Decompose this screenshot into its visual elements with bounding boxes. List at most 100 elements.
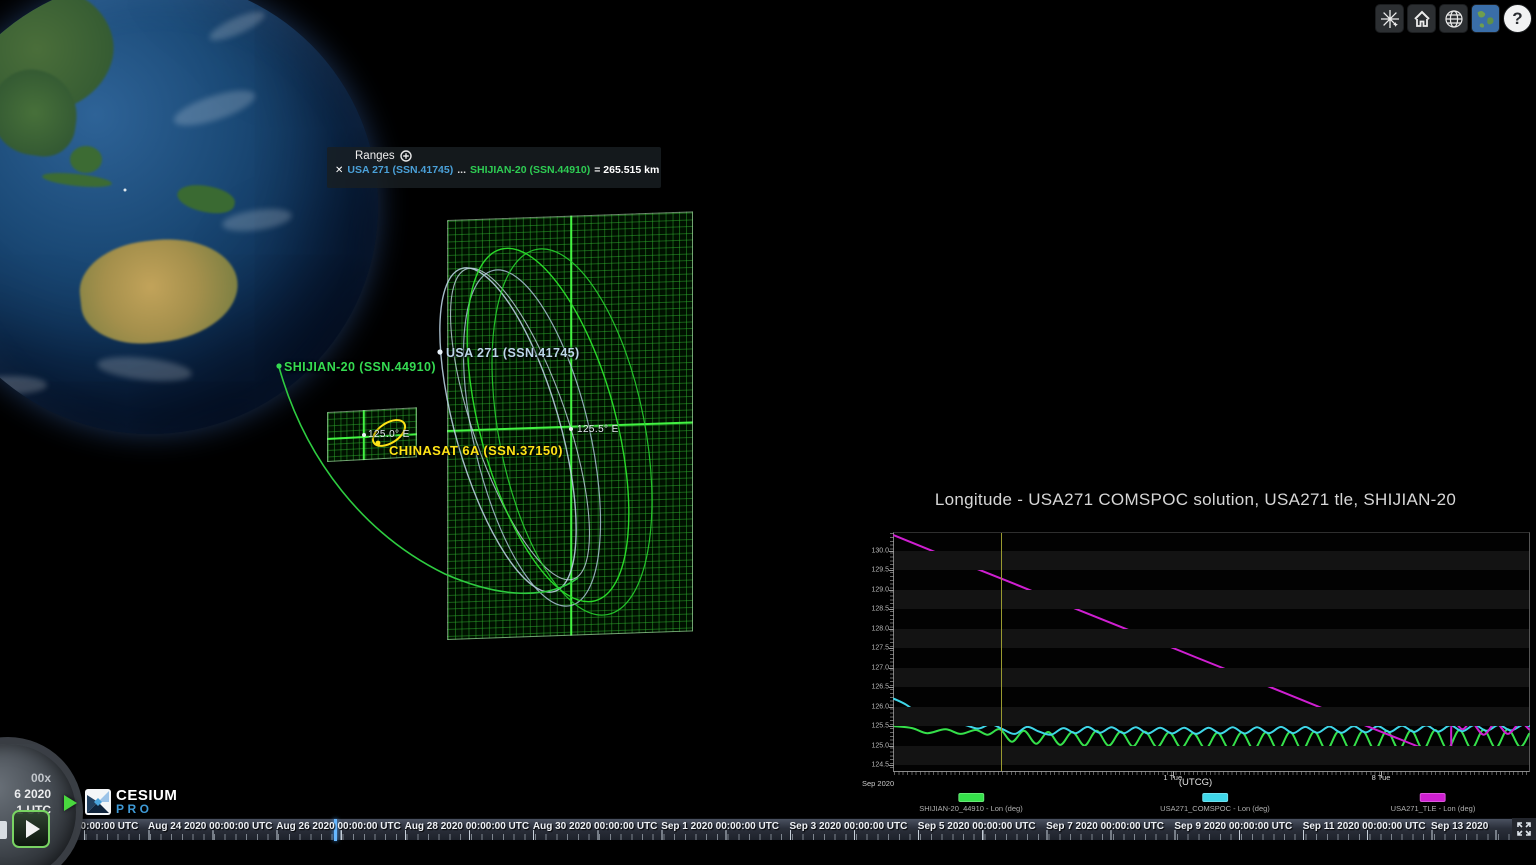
landmass-newguinea bbox=[175, 180, 237, 217]
timeline-label: Sep 11 2020 00:00:00 UTC bbox=[1303, 821, 1426, 832]
y-axis-label: 126.0 bbox=[857, 703, 889, 710]
y-axis-tick bbox=[889, 726, 894, 727]
cloud bbox=[0, 376, 47, 394]
shuttle-ring-pointer[interactable] bbox=[64, 795, 77, 811]
y-axis-label: 128.5 bbox=[857, 606, 889, 613]
y-axis-label: 127.0 bbox=[857, 664, 889, 671]
x-axis-title: (UTCG) bbox=[855, 777, 1536, 788]
play-button[interactable] bbox=[12, 810, 50, 848]
brand-tier: PRO bbox=[116, 803, 177, 815]
y-axis-label: 129.5 bbox=[857, 567, 889, 574]
cesium-logo-icon bbox=[85, 789, 111, 815]
legend-label: SHIJIAN-20_44910 - Lon (deg) bbox=[919, 804, 1022, 813]
y-axis-label: 130.0 bbox=[857, 547, 889, 554]
range-value: = 265.515 km bbox=[594, 164, 659, 176]
plot-stripe bbox=[894, 746, 1529, 766]
y-axis-tick bbox=[889, 590, 894, 591]
usa271-marker-dot bbox=[437, 349, 442, 354]
legend-label: USA271_TLE - Lon (deg) bbox=[1391, 804, 1476, 813]
y-axis-label: 125.0 bbox=[857, 742, 889, 749]
plot-stripe bbox=[894, 707, 1529, 727]
timeline-label: Sep 1 2020 00:00:00 UTC bbox=[661, 821, 779, 832]
y-axis-tick bbox=[889, 551, 894, 552]
app-viewport: USA 271 (SSN.41745) SHIJIAN-20 (SSN.4491… bbox=[0, 0, 1536, 865]
cloud bbox=[206, 6, 267, 45]
shijian20-label[interactable]: SHIJIAN-20 (SSN.44910) bbox=[284, 360, 436, 374]
top-toolbar: ? bbox=[1375, 4, 1532, 33]
ranges-title: Ranges bbox=[355, 150, 395, 162]
legend-entry[interactable]: USA271_COMSPOC - Lon (deg) bbox=[1160, 793, 1270, 813]
timeline-label: 00:00:00 UTC bbox=[75, 821, 138, 832]
legend-swatch bbox=[1420, 793, 1446, 802]
y-axis-tick bbox=[889, 687, 894, 688]
cloud bbox=[96, 353, 193, 385]
help-glyph: ? bbox=[1512, 9, 1522, 29]
range-sat-a: USA 271 (SSN.41745) bbox=[347, 164, 453, 176]
landmass-australia bbox=[75, 232, 243, 350]
chart-legend: SHIJIAN-20_44910 - Lon (deg) USA271_COMSP… bbox=[855, 793, 1536, 815]
cloud bbox=[170, 83, 258, 132]
longitude-chart: Longitude - USA271 COMSPOC solution, USA… bbox=[855, 480, 1536, 815]
fullscreen-button[interactable] bbox=[1512, 818, 1536, 840]
plot-stripe bbox=[894, 668, 1529, 688]
landmass-borneo bbox=[70, 146, 102, 173]
y-axis-label: 124.5 bbox=[857, 762, 889, 769]
timeline-label: Aug 24 2020 00:00:00 UTC bbox=[148, 821, 273, 832]
y-axis-tick bbox=[889, 707, 894, 708]
legend-entry[interactable]: SHIJIAN-20_44910 - Lon (deg) bbox=[919, 793, 1022, 813]
longitude-marker-small: 125.0° E bbox=[368, 429, 410, 440]
timeline-label: Sep 5 2020 00:00:00 UTC bbox=[918, 821, 1036, 832]
range-sat-b: SHIJIAN-20 (SSN.44910) bbox=[470, 164, 590, 176]
usa271-label[interactable]: USA 271 (SSN.41745) bbox=[446, 346, 580, 360]
y-axis-tick bbox=[889, 629, 894, 630]
chart-title: Longitude - USA271 COMSPOC solution, USA… bbox=[855, 490, 1536, 510]
cloud bbox=[221, 205, 293, 235]
chinasat-label[interactable]: CHINASAT 6A (SSN.37150) bbox=[389, 443, 563, 458]
clock-date: 6 2020 bbox=[14, 786, 51, 802]
plot-stripe bbox=[894, 629, 1529, 649]
range-pair-row: ✕ USA 271 (SSN.41745) ... SHIJIAN-20 (SS… bbox=[335, 164, 653, 176]
plot-stripe bbox=[894, 590, 1529, 610]
timeline-label: Sep 3 2020 00:00:00 UTC bbox=[790, 821, 908, 832]
y-axis-label: 129.0 bbox=[857, 586, 889, 593]
brand-name: CESIUM bbox=[116, 789, 177, 803]
legend-swatch bbox=[1202, 793, 1228, 802]
legend-entry[interactable]: USA271_TLE - Lon (deg) bbox=[1391, 793, 1476, 813]
timeline-label: Aug 30 2020 00:00:00 UTC bbox=[533, 821, 658, 832]
y-axis-label: 125.5 bbox=[857, 723, 889, 730]
home-icon[interactable] bbox=[1407, 4, 1436, 33]
chart-plot-area[interactable]: 130.0129.5129.0128.5128.0127.5127.0126.5… bbox=[893, 532, 1530, 772]
timeline-label: Sep 9 2020 00:00:00 UTC bbox=[1174, 821, 1292, 832]
range-separator: ... bbox=[457, 164, 466, 176]
longitude-marker-main: 125.5° E bbox=[577, 424, 619, 435]
longitude-grid-plane-main bbox=[447, 211, 693, 640]
timeline-label: Sep 7 2020 00:00:00 UTC bbox=[1046, 821, 1164, 832]
y-axis-tick bbox=[889, 765, 894, 766]
imagery-picker-icon[interactable] bbox=[1471, 4, 1500, 33]
y-axis-label: 128.0 bbox=[857, 625, 889, 632]
legend-label: USA271_COMSPOC - Lon (deg) bbox=[1160, 804, 1270, 813]
y-axis-label: 126.5 bbox=[857, 684, 889, 691]
remove-range-icon[interactable]: ✕ bbox=[335, 165, 343, 176]
scene-mode-globe-icon[interactable] bbox=[1439, 4, 1468, 33]
y-axis-tick bbox=[889, 648, 894, 649]
tracking-star-icon[interactable] bbox=[1375, 4, 1404, 33]
ranges-panel: Ranges ✕ USA 271 (SSN.41745) ... SHIJIAN… bbox=[327, 147, 661, 188]
timeline-label: Aug 28 2020 00:00:00 UTC bbox=[405, 821, 530, 832]
landmass-indonesia bbox=[42, 170, 113, 189]
chart-time-cursor bbox=[1001, 533, 1002, 771]
add-range-icon[interactable] bbox=[400, 150, 412, 162]
y-axis-label: 127.5 bbox=[857, 645, 889, 652]
help-button[interactable]: ? bbox=[1503, 4, 1532, 33]
y-axis-tick bbox=[889, 609, 894, 610]
plot-stripe bbox=[894, 551, 1529, 571]
legend-swatch bbox=[958, 793, 984, 802]
timeline-label: Sep 13 2020 bbox=[1431, 821, 1488, 832]
pause-button-partial[interactable] bbox=[0, 821, 7, 839]
timeline-label: Aug 26 2020 00:00:00 UTC bbox=[276, 821, 401, 832]
play-icon bbox=[26, 820, 40, 838]
y-axis-tick bbox=[889, 570, 894, 571]
y-axis-tick bbox=[889, 668, 894, 669]
timeline-scrubber[interactable]: 00:00:00 UTCAug 24 2020 00:00:00 UTCAug … bbox=[0, 818, 1512, 840]
x-axis-minor-ticks bbox=[894, 771, 1529, 775]
